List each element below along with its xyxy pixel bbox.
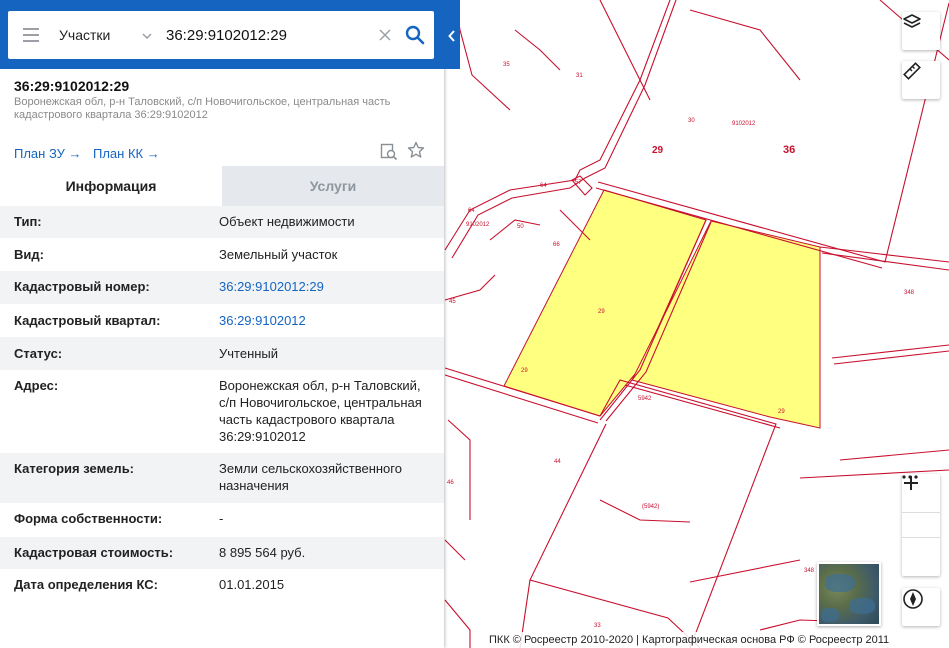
minus-icon xyxy=(904,482,918,484)
zoom-controls xyxy=(902,474,940,576)
map-label: 29 xyxy=(521,368,528,374)
map-label: 44 xyxy=(554,459,561,465)
map-label: 9102012 xyxy=(732,121,756,127)
table-row: Форма собственности: - xyxy=(0,503,444,537)
table-row: Кадастровый квартал: 36:29:9102012 xyxy=(0,304,444,337)
row-label: Вид: xyxy=(14,247,44,262)
object-address: Воронежская обл, р-н Таловский, с/п Ново… xyxy=(14,96,391,121)
object-title: 36:29:9102012:29 xyxy=(14,78,130,94)
row-label: Тип: xyxy=(14,214,42,229)
row-value: Воронежская обл, р-н Таловский, с/п Ново… xyxy=(219,378,422,444)
search-input[interactable]: 36:29:9102012:29 xyxy=(158,27,374,44)
zoom-out-button[interactable] xyxy=(902,482,940,576)
map-label: 46 xyxy=(447,480,454,486)
map-label: (5942) xyxy=(642,504,659,510)
row-value: Земли сельскохозяйственного назначения xyxy=(219,461,402,493)
table-row: Дата определения КС: 01.01.2015 xyxy=(0,569,444,603)
attribute-table: Тип: Объект недвижимости Вид: Земельный … xyxy=(0,206,444,603)
map-label: 30 xyxy=(688,118,695,124)
row-value: Учтенный xyxy=(219,346,279,361)
map-label: 50 xyxy=(517,224,524,230)
row-value: 8 895 564 руб. xyxy=(219,545,306,560)
row-label: Форма собственности: xyxy=(14,511,163,526)
table-row: Статус: Учтенный xyxy=(0,337,444,370)
map-label: 35 xyxy=(503,62,510,68)
chevron-down-icon xyxy=(142,28,152,42)
layers-icon xyxy=(903,14,921,28)
map-label: 64 xyxy=(540,183,547,189)
table-row: Вид: Земельный участок xyxy=(0,238,444,271)
table-row: Категория земель: Земли сельскохозяйстве… xyxy=(0,453,444,503)
map-label: 348 xyxy=(804,568,815,574)
map-label: 29 xyxy=(778,409,785,415)
row-label: Адрес: xyxy=(14,378,59,393)
find-on-map-icon[interactable] xyxy=(380,143,398,161)
measure-button[interactable] xyxy=(902,61,940,99)
plan-kk-label: План КК xyxy=(93,146,144,161)
cadastral-number-link[interactable]: 36:29:9102012:29 xyxy=(205,278,444,304)
row-label: Категория земель: xyxy=(14,461,135,476)
arrow-right-icon: → xyxy=(146,146,160,161)
compass-button[interactable] xyxy=(902,588,940,626)
compass-icon xyxy=(903,589,923,609)
tab-services[interactable]: Услуги xyxy=(222,166,444,206)
search-bar: Участки 36:29:9102012:29 xyxy=(0,0,460,69)
search-button[interactable] xyxy=(396,11,434,59)
star-icon[interactable] xyxy=(407,141,425,159)
row-value: Объект недвижимости xyxy=(219,214,355,229)
chevron-left-icon xyxy=(448,30,455,42)
collapse-panel-button[interactable] xyxy=(444,23,460,49)
search-icon xyxy=(405,25,425,45)
plan-zu-link[interactable]: План ЗУ → xyxy=(14,146,82,161)
panel-tabs: Информация Услуги xyxy=(0,166,444,206)
plan-kk-link[interactable]: План КК → xyxy=(93,146,160,161)
map-label: 348 xyxy=(904,290,915,296)
map-label: 29 xyxy=(598,309,605,315)
map-label: 5942 xyxy=(638,396,652,402)
table-row: Кадастровая стоимость: 8 895 564 руб. xyxy=(0,537,444,569)
table-row: Тип: Объект недвижимости xyxy=(0,206,444,238)
plan-zu-label: План ЗУ xyxy=(14,146,65,161)
more-button[interactable] xyxy=(902,475,940,538)
menu-icon[interactable] xyxy=(8,11,54,59)
row-label: Кадастровый квартал: xyxy=(14,313,161,328)
map-label: 64 xyxy=(468,208,475,214)
map-label: 57 xyxy=(575,180,582,186)
row-label: Кадастровый номер: xyxy=(14,279,150,294)
row-value: 01.01.2015 xyxy=(219,577,285,592)
ruler-icon xyxy=(903,62,921,80)
map-label: 31 xyxy=(576,73,583,79)
search-box: Участки 36:29:9102012:29 xyxy=(8,11,434,59)
map-label: 9102012 xyxy=(466,222,490,228)
search-category-value: Участки xyxy=(59,27,111,43)
map-label-29: 29 xyxy=(652,145,664,156)
map-label: 33 xyxy=(594,623,601,629)
map-label-36: 36 xyxy=(783,144,795,156)
map-label: 45 xyxy=(449,299,456,305)
arrow-right-icon: → xyxy=(68,146,82,161)
table-row: Адрес: Воронежская обл, р-н Таловский, с… xyxy=(0,370,444,453)
tab-info[interactable]: Информация xyxy=(0,166,222,206)
row-value: - xyxy=(219,511,224,526)
clear-icon[interactable] xyxy=(374,25,396,46)
row-label: Статус: xyxy=(14,346,63,361)
table-row: Кадастровый номер: 36:29:9102012:29 xyxy=(0,271,444,304)
layers-button[interactable] xyxy=(902,12,940,50)
row-value: Земельный участок xyxy=(219,247,338,262)
basemap-thumbnail[interactable] xyxy=(817,562,881,626)
copyright-text: ПКК © Росреестр 2010-2020 | Картографиче… xyxy=(485,632,949,648)
map-label: 66 xyxy=(553,242,560,248)
cadastral-quarter-link[interactable]: 36:29:9102012 xyxy=(205,312,444,337)
row-label: Кадастровая стоимость: xyxy=(14,545,174,560)
row-label: Дата определения КС: xyxy=(14,577,158,592)
info-panel: 36:29:9102012:29 Воронежская обл, р-н Та… xyxy=(0,0,444,648)
search-category-select[interactable]: Участки xyxy=(54,27,158,43)
